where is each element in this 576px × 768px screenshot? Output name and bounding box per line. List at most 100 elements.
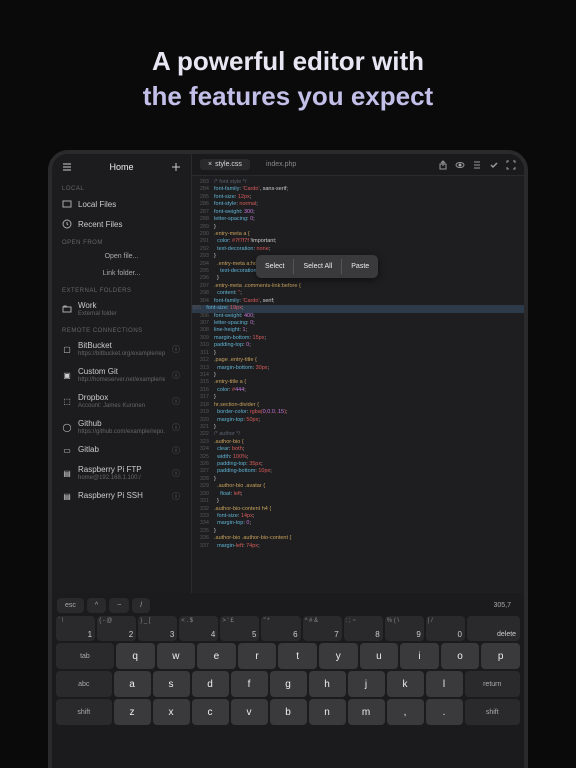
key-o[interactable]: o: [441, 643, 480, 669]
key[interactable]: < . $4: [179, 616, 218, 641]
share-icon[interactable]: [438, 160, 448, 170]
key-i[interactable]: i: [400, 643, 439, 669]
key[interactable]: ^ # &7: [303, 616, 342, 641]
sidebar-item-recent-files[interactable]: Recent Files: [52, 214, 191, 234]
key[interactable]: | /0: [426, 616, 465, 641]
key[interactable]: > ' £5: [220, 616, 259, 641]
link-folder-button[interactable]: Link folder...: [52, 265, 191, 282]
key[interactable]: : ; ~8: [344, 616, 383, 641]
folder-icon: [62, 304, 72, 314]
key-a[interactable]: a: [114, 671, 151, 697]
info-icon[interactable]: ⓘ: [171, 491, 181, 501]
key-shift[interactable]: shift: [56, 699, 112, 725]
expand-icon[interactable]: [506, 160, 516, 170]
key[interactable]: { - @2: [97, 616, 136, 641]
key-d[interactable]: d: [192, 671, 229, 697]
cursor-position: 305,7: [485, 598, 519, 613]
key[interactable]: % ( \9: [385, 616, 424, 641]
key-u[interactable]: u: [360, 643, 399, 669]
key-j[interactable]: j: [348, 671, 385, 697]
key-y[interactable]: y: [319, 643, 358, 669]
tab-style-css[interactable]: ×style.css: [200, 159, 250, 170]
check-icon[interactable]: [489, 160, 499, 170]
key-l[interactable]: l: [426, 671, 463, 697]
info-icon[interactable]: ⓘ: [171, 422, 181, 432]
remote-icon: ▭: [62, 445, 72, 455]
hero-title: A powerful editor with the features you …: [30, 44, 546, 114]
section-remote: REMOTE CONNECTIONS: [52, 322, 191, 336]
sidebar-item-remote[interactable]: ▢BitBuckethttps://bitbucket.org/example/…: [52, 336, 191, 362]
sidebar-title: Home: [109, 162, 133, 172]
key-n[interactable]: n: [309, 699, 346, 725]
key-t[interactable]: t: [278, 643, 317, 669]
remote-icon: ▣: [62, 370, 72, 380]
section-open-from: OPEN FROM: [52, 234, 191, 248]
list-icon[interactable]: [472, 160, 482, 170]
key-w[interactable]: w: [157, 643, 196, 669]
remote-icon: ▤: [62, 491, 72, 501]
sidebar-item-work[interactable]: WorkExternal folder: [52, 296, 191, 322]
sidebar-item-remote[interactable]: ▣Custom Githttp://homeserver.net/example…: [52, 362, 191, 388]
tab-bar: ×style.css index.php: [192, 154, 524, 176]
open-file-button[interactable]: Open file...: [52, 248, 191, 265]
menu-icon[interactable]: [62, 162, 72, 172]
folder-icon: [62, 199, 72, 209]
menu-select[interactable]: Select: [256, 259, 294, 274]
device-frame: Home LOCAL Local Files Recent Files OPEN…: [48, 150, 528, 768]
key-e[interactable]: e: [197, 643, 236, 669]
key-.[interactable]: .: [426, 699, 463, 725]
menu-paste[interactable]: Paste: [342, 259, 378, 274]
section-local: LOCAL: [52, 180, 191, 194]
context-menu: Select Select All Paste: [256, 255, 378, 278]
key-v[interactable]: v: [231, 699, 268, 725]
tab-index-php[interactable]: index.php: [258, 159, 304, 170]
info-icon[interactable]: ⓘ: [171, 370, 181, 380]
key-m[interactable]: m: [348, 699, 385, 725]
key-x[interactable]: x: [153, 699, 190, 725]
close-icon[interactable]: ×: [208, 161, 212, 168]
menu-select-all[interactable]: Select All: [294, 259, 342, 274]
sidebar-item-remote[interactable]: ⬚DropboxAccount: James Kuronenⓘ: [52, 388, 191, 414]
sidebar-item-local-files[interactable]: Local Files: [52, 194, 191, 214]
sidebar-item-remote[interactable]: ◯Githubhttps://github.com/example/repo.g…: [52, 414, 191, 440]
key-g[interactable]: g: [270, 671, 307, 697]
sidebar-item-remote[interactable]: ▭Gitlabⓘ: [52, 440, 191, 460]
info-icon[interactable]: ⓘ: [171, 396, 181, 406]
key-caret[interactable]: ^: [87, 598, 106, 613]
key-s[interactable]: s: [153, 671, 190, 697]
key-c[interactable]: c: [192, 699, 229, 725]
sidebar-item-remote[interactable]: ▤Raspberry Pi FTPhome@192.168.1.100:/ⓘ: [52, 460, 191, 486]
key-h[interactable]: h: [309, 671, 346, 697]
info-icon[interactable]: ⓘ: [171, 344, 181, 354]
clock-icon: [62, 219, 72, 229]
key-f[interactable]: f: [231, 671, 268, 697]
key[interactable]: ` !1: [56, 616, 95, 641]
hero-banner: A powerful editor with the features you …: [0, 0, 576, 142]
key-q[interactable]: q: [116, 643, 155, 669]
key-b[interactable]: b: [270, 699, 307, 725]
remote-icon: ◯: [62, 422, 72, 432]
key-abc[interactable]: abc: [56, 671, 112, 697]
key-k[interactable]: k: [387, 671, 424, 697]
key-z[interactable]: z: [114, 699, 151, 725]
key-tab[interactable]: tab: [56, 643, 114, 669]
key-esc[interactable]: esc: [57, 598, 84, 613]
key[interactable]: " *6: [261, 616, 300, 641]
key-slash[interactable]: /: [132, 598, 150, 613]
sidebar-item-remote[interactable]: ▤Raspberry Pi SSHⓘ: [52, 486, 191, 506]
add-icon[interactable]: [171, 162, 181, 172]
preview-icon[interactable]: [455, 160, 465, 170]
key-p[interactable]: p: [481, 643, 520, 669]
key-,[interactable]: ,: [387, 699, 424, 725]
key-shift[interactable]: shift: [465, 699, 521, 725]
key-r[interactable]: r: [238, 643, 277, 669]
remote-icon: ▢: [62, 344, 72, 354]
info-icon[interactable]: ⓘ: [171, 468, 181, 478]
remote-icon: ▤: [62, 468, 72, 478]
key[interactable]: delete: [467, 616, 520, 641]
info-icon[interactable]: ⓘ: [171, 445, 181, 455]
key-return[interactable]: return: [465, 671, 521, 697]
key-tilde[interactable]: ~: [109, 598, 129, 613]
remote-icon: ⬚: [62, 396, 72, 406]
key[interactable]: } _ [3: [138, 616, 177, 641]
